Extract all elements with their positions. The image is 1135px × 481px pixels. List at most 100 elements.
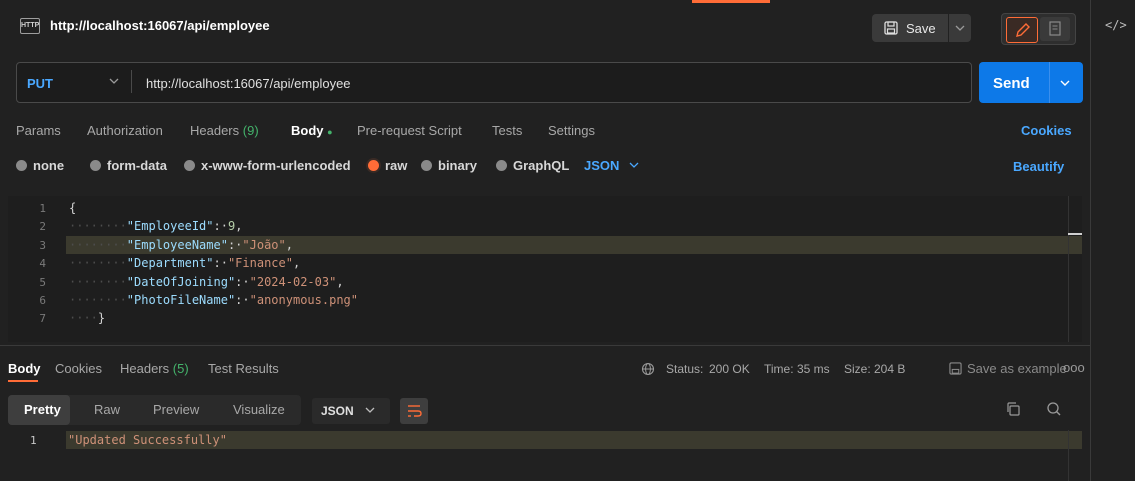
option-binary-label[interactable]: binary: [438, 158, 477, 173]
save-options-button[interactable]: [949, 14, 971, 42]
save-as-example-button[interactable]: Save as example: [949, 361, 1067, 376]
json-value: "Finance": [227, 256, 293, 270]
line-number: 4: [39, 257, 46, 270]
status-value[interactable]: 200 OK: [709, 362, 750, 376]
document-icon: [1049, 21, 1061, 36]
response-tab-cookies[interactable]: Cookies: [55, 361, 102, 376]
json-value: "2024-02-03": [249, 275, 337, 289]
tab-params[interactable]: Params: [16, 123, 61, 138]
colon: :·: [235, 275, 250, 289]
search-icon[interactable]: [1046, 401, 1062, 420]
url-input[interactable]: http://localhost:16067/api/employee: [146, 76, 351, 91]
indent-whitespace: ········: [69, 219, 127, 233]
tab-pre-request-script[interactable]: Pre-request Script: [357, 123, 462, 138]
size-value[interactable]: 204 B: [874, 362, 905, 376]
view-preview-button[interactable]: Preview: [153, 402, 199, 417]
line-number: 2: [39, 220, 46, 233]
radio-raw[interactable]: [368, 160, 379, 171]
time-label: Time:: [764, 362, 794, 376]
code-snippet-icon[interactable]: </>: [1105, 18, 1127, 32]
editor-scrollbar[interactable]: [1068, 196, 1083, 342]
punctuation: {: [69, 201, 77, 215]
json-value: "João": [242, 238, 286, 252]
tab-authorization[interactable]: Authorization: [87, 123, 163, 138]
option-raw-label[interactable]: raw: [385, 158, 407, 173]
response-headers-count: (5): [172, 361, 189, 376]
time-value[interactable]: 35 ms: [797, 362, 830, 376]
chevron-down-icon: [955, 25, 965, 31]
option-graphql-label[interactable]: GraphQL: [513, 158, 569, 173]
save-label: Save: [906, 21, 936, 36]
response-format-label[interactable]: JSON: [321, 404, 377, 418]
view-raw-button[interactable]: Raw: [94, 402, 120, 417]
send-label[interactable]: Send: [993, 75, 1030, 92]
right-sidebar: [1090, 0, 1135, 481]
line-number: 5: [39, 276, 46, 289]
divider: [1049, 62, 1050, 103]
chevron-down-icon[interactable]: [108, 74, 120, 91]
response-scrollbar[interactable]: [1068, 430, 1083, 481]
radio-urlencoded[interactable]: [184, 160, 195, 171]
response-format-value: JSON: [321, 404, 354, 418]
response-tab-test-results[interactable]: Test Results: [208, 361, 279, 376]
code-line[interactable]: ········"DateOfJoining":·"2024-02-03",: [69, 275, 344, 289]
response-tab-headers-label: Headers: [120, 361, 170, 376]
json-key: "EmployeeId": [126, 219, 214, 233]
radio-form-data[interactable]: [90, 160, 101, 171]
punctuation: ,: [235, 219, 243, 233]
tab-headers-label: Headers: [190, 123, 240, 138]
code-line[interactable]: {: [69, 201, 76, 215]
chevron-down-icon: [629, 162, 639, 168]
save-button[interactable]: Save: [872, 14, 948, 42]
globe-icon[interactable]: [641, 362, 655, 379]
code-line[interactable]: ····}: [69, 311, 105, 325]
view-visualize-button[interactable]: Visualize: [233, 402, 285, 417]
request-title[interactable]: http://localhost:16067/api/employee: [50, 18, 270, 33]
response-tab-headers[interactable]: Headers (5): [120, 361, 189, 376]
edit-mode-button[interactable]: [1006, 17, 1038, 43]
tab-body[interactable]: Body ●: [291, 123, 333, 138]
code-line[interactable]: ········"PhotoFileName":·"anonymous.png": [69, 293, 358, 307]
response-body-text[interactable]: "Updated Successfully": [68, 433, 227, 447]
beautify-button[interactable]: Beautify: [1013, 159, 1064, 174]
tab-body-label: Body: [291, 123, 324, 138]
option-urlencoded-label[interactable]: x-www-form-urlencoded: [201, 158, 351, 173]
response-line-number: 1: [30, 434, 37, 447]
indent-whitespace: ········: [69, 275, 127, 289]
pane-divider[interactable]: [0, 345, 1090, 346]
radio-graphql[interactable]: [496, 160, 507, 171]
more-options-icon[interactable]: ooo: [1063, 360, 1085, 375]
chevron-down-icon: [365, 407, 375, 413]
code-line[interactable]: ········"Department":·"Finance",: [69, 256, 300, 270]
punctuation: }: [97, 311, 106, 325]
line-number: 3: [39, 239, 46, 252]
response-tab-body[interactable]: Body: [8, 361, 41, 376]
tab-tests[interactable]: Tests: [492, 123, 522, 138]
radio-binary[interactable]: [421, 160, 432, 171]
wrap-lines-icon: [408, 405, 422, 417]
punctuation: ,: [336, 275, 344, 289]
http-icon: HTTP: [20, 18, 40, 34]
active-tab-indicator: [692, 0, 770, 3]
option-none-label[interactable]: none: [33, 158, 64, 173]
json-key: "Department": [126, 256, 214, 270]
code-line[interactable]: ········"EmployeeName":·"João",: [69, 238, 293, 252]
option-form-data-label[interactable]: form-data: [107, 158, 167, 173]
method-select[interactable]: PUT: [27, 76, 53, 91]
code-line[interactable]: ········"EmployeeId":·9,: [69, 219, 242, 233]
radio-none[interactable]: [16, 160, 27, 171]
save-icon: [949, 362, 962, 375]
documentation-button[interactable]: [1040, 17, 1070, 41]
json-key: "PhotoFileName": [126, 293, 236, 307]
active-tab-underline: [8, 380, 38, 382]
tab-headers[interactable]: Headers (9): [190, 123, 259, 138]
size-label: Size:: [844, 362, 871, 376]
chevron-down-icon[interactable]: [1058, 76, 1072, 93]
view-pretty-button[interactable]: Pretty: [24, 402, 61, 417]
indent-whitespace: ········: [69, 238, 127, 252]
tab-settings[interactable]: Settings: [548, 123, 595, 138]
cookies-link[interactable]: Cookies: [1021, 123, 1072, 138]
body-format-select[interactable]: JSON: [584, 158, 641, 173]
copy-icon[interactable]: [1005, 401, 1021, 420]
wrap-lines-button[interactable]: [400, 398, 428, 424]
